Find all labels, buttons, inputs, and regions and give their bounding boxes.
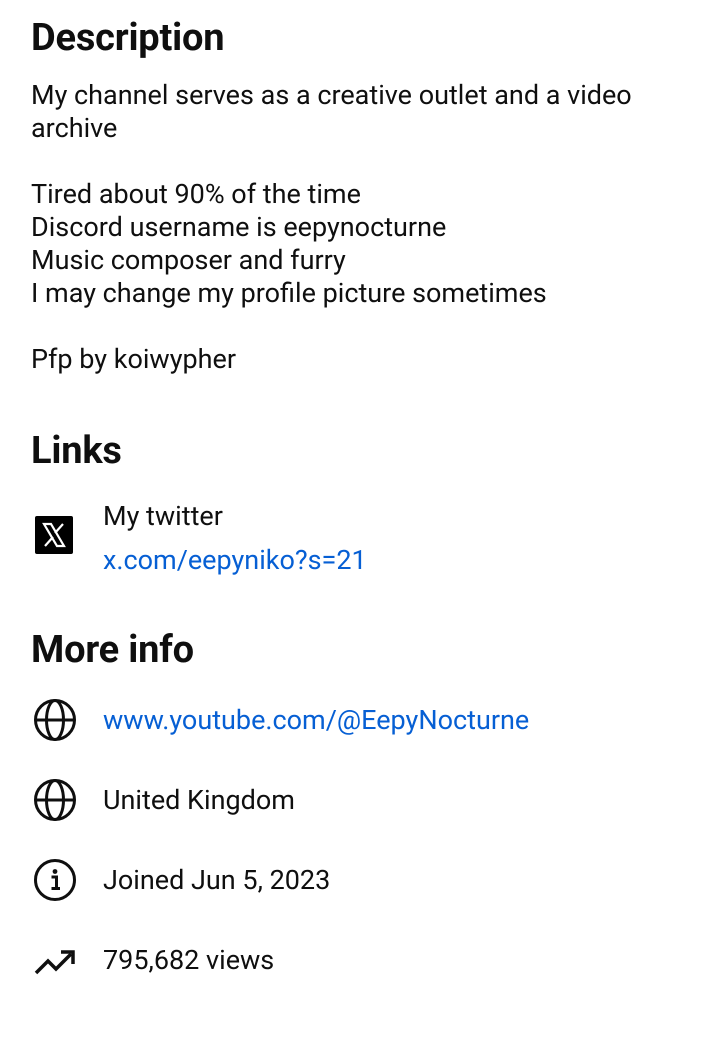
globe-icon — [34, 699, 76, 741]
globe-icon — [34, 779, 76, 821]
location-text: United Kingdom — [103, 784, 295, 816]
website-link[interactable]: www.youtube.com/@EepyNocturne — [103, 704, 529, 737]
description-line: Music composer and furry — [31, 244, 346, 276]
description-line: Tired about 90% of the time — [31, 178, 361, 210]
views-text: 795,682 views — [103, 944, 275, 976]
description-line: My channel serves as a creative outlet a… — [31, 79, 632, 144]
joined-text: Joined Jun 5, 2023 — [103, 864, 331, 896]
links-heading: Links — [31, 429, 122, 473]
link-url[interactable]: x.com/eepyniko?s=21 — [103, 544, 367, 577]
description-line: I may change my profile picture sometime… — [31, 277, 547, 309]
x-logo-icon — [35, 516, 73, 554]
description-line: Discord username is eepynocturne — [31, 211, 447, 243]
description-text: My channel serves as a creative outlet a… — [31, 79, 691, 376]
info-icon — [34, 859, 76, 901]
description-heading: Description — [31, 16, 225, 60]
trending-up-icon — [34, 950, 75, 975]
link-title: My twitter — [103, 500, 223, 532]
description-line: Pfp by koiwypher — [31, 343, 236, 375]
about-panel: Description My channel serves as a creat… — [0, 0, 719, 1041]
more-info-heading: More info — [31, 628, 194, 672]
